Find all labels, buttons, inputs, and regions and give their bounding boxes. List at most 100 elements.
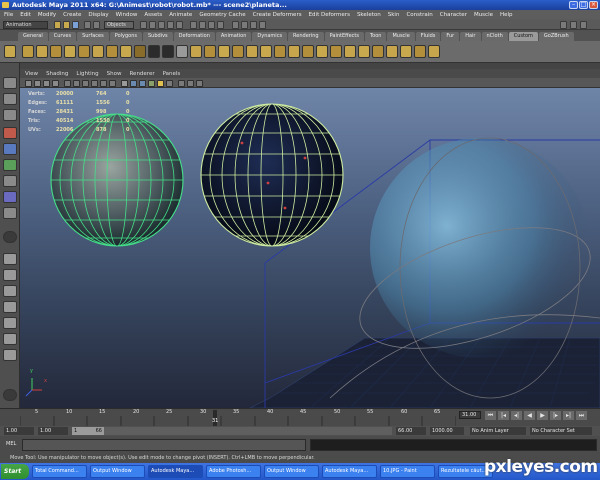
last-tool-icon[interactable]	[3, 231, 17, 243]
menu-geometry-cache[interactable]: Geometry Cache	[199, 12, 245, 18]
shelf-tool-icon[interactable]	[218, 45, 230, 58]
bookmark-icon[interactable]	[43, 79, 50, 87]
move-tool-icon[interactable]	[3, 127, 17, 139]
shelf-tool-icon[interactable]	[64, 45, 76, 58]
menuset-dropdown[interactable]: Animation	[3, 20, 48, 29]
go-start-icon[interactable]: ⏮	[485, 411, 496, 420]
field-chart-icon[interactable]	[100, 79, 107, 87]
camera-attr-icon[interactable]	[34, 79, 41, 87]
range-slider[interactable]: 1 66	[72, 427, 392, 435]
taskbar-item[interactable]: 10.JPG - Paint	[380, 465, 435, 478]
taskbar-item[interactable]: Autodesk Maya...	[322, 465, 377, 478]
lasso-tool-icon[interactable]	[3, 93, 17, 105]
menu-create[interactable]: Create	[63, 12, 81, 18]
mask-icon[interactable]	[140, 20, 147, 29]
shelf-tool-icon[interactable]	[204, 45, 216, 58]
shelf-menu-icon[interactable]	[4, 45, 16, 58]
shelf-tab-fluids[interactable]: Fluids	[415, 32, 441, 41]
shelf-tool-icon[interactable]	[372, 45, 384, 58]
shelf-tool-icon[interactable]	[316, 45, 328, 58]
shelf-tool-icon[interactable]	[176, 45, 188, 58]
shelf-tool-icon[interactable]	[106, 45, 118, 58]
layout-render-icon[interactable]	[3, 349, 17, 361]
select-object-icon[interactable]	[93, 20, 100, 29]
menu-display[interactable]: Display	[88, 12, 108, 18]
shelf-tool-icon[interactable]	[36, 45, 48, 58]
shelf-tab-dynamics[interactable]: Dynamics	[252, 32, 288, 41]
channel-box-icon[interactable]	[580, 20, 587, 29]
shelf-tab-custom[interactable]: Custom	[508, 32, 538, 41]
select-hierarchy-icon[interactable]	[84, 20, 91, 29]
shelf-tab-curves[interactable]: Curves	[48, 32, 77, 41]
menu-muscle[interactable]: Muscle	[474, 12, 493, 18]
panel-menu-lighting[interactable]: Lighting	[76, 71, 98, 77]
step-back-key-icon[interactable]: |◂	[498, 411, 509, 420]
layout-graph-icon[interactable]	[3, 317, 17, 329]
menu-assets[interactable]: Assets	[144, 12, 162, 18]
end-time-field[interactable]: 1000.00	[430, 427, 464, 435]
menu-modify[interactable]: Modify	[38, 12, 56, 18]
shelf-tab-ncloth[interactable]: nCloth	[481, 32, 508, 41]
snap-plane-icon[interactable]	[217, 20, 224, 29]
perspective-viewport[interactable]: Verts: 20000 764 0 Edges: 61111 1556 0 F…	[20, 88, 600, 408]
taskbar-item[interactable]: Total Command...	[32, 465, 87, 478]
layout-outliner-icon[interactable]	[3, 301, 17, 313]
open-scene-icon[interactable]	[63, 20, 70, 29]
menu-character[interactable]: Character	[440, 12, 467, 18]
menu-skeleton[interactable]: Skeleton	[357, 12, 381, 18]
step-back-icon[interactable]: ◂|	[511, 411, 522, 420]
menu-window[interactable]: Window	[116, 12, 138, 18]
shadows-icon[interactable]	[166, 79, 173, 87]
image-plane-icon[interactable]	[52, 79, 59, 87]
shelf-tool-icon[interactable]	[22, 45, 34, 58]
xray-icon[interactable]	[178, 79, 185, 87]
new-scene-icon[interactable]	[54, 20, 61, 29]
shelf-tab-fur[interactable]: Fur	[441, 32, 460, 41]
minimize-icon[interactable]: –	[569, 1, 578, 9]
history-back-icon[interactable]	[3, 389, 17, 401]
step-forward-key-icon[interactable]: ▸|	[563, 411, 574, 420]
select-tool-icon[interactable]	[3, 77, 17, 89]
mask-icon[interactable]	[167, 20, 174, 29]
use-all-lights-icon[interactable]	[157, 79, 164, 87]
go-end-icon[interactable]: ⏭	[576, 411, 587, 420]
wireframe-icon[interactable]	[121, 79, 128, 87]
isolate-select-icon[interactable]	[196, 79, 203, 87]
menu-skin[interactable]: Skin	[388, 12, 400, 18]
save-scene-icon[interactable]	[72, 20, 79, 29]
current-frame-field[interactable]: 31.00	[459, 411, 481, 419]
shelf-tab-subdivs[interactable]: Subdivs	[143, 32, 173, 41]
anim-layer-dropdown[interactable]: No Anim Layer	[470, 427, 526, 435]
shelf-tool-icon[interactable]	[414, 45, 426, 58]
render-icon[interactable]	[241, 20, 248, 29]
mask-icon[interactable]	[158, 20, 165, 29]
layout-single-icon[interactable]	[3, 253, 17, 265]
panel-menu-view[interactable]: View	[25, 71, 38, 77]
shelf-tab-hair[interactable]: Hair	[460, 32, 481, 41]
step-forward-icon[interactable]: |▸	[550, 411, 561, 420]
maya-app-icon[interactable]	[2, 2, 9, 8]
shelf-tool-icon[interactable]	[344, 45, 356, 58]
paint-select-icon[interactable]	[3, 109, 17, 121]
shelf-tool-icon[interactable]	[330, 45, 342, 58]
play-back-icon[interactable]: ◀	[524, 411, 535, 420]
menu-constrain[interactable]: Constrain	[406, 12, 432, 18]
snap-curve-icon[interactable]	[199, 20, 206, 29]
playback-end-field[interactable]: 66.00	[396, 427, 426, 435]
render-settings-icon[interactable]	[259, 20, 266, 29]
snap-point-icon[interactable]	[208, 20, 215, 29]
shelf-tool-icon[interactable]	[260, 45, 272, 58]
show-manip-icon[interactable]	[3, 207, 17, 219]
shelf-tool-icon[interactable]	[50, 45, 62, 58]
shelf-tool-icon[interactable]	[274, 45, 286, 58]
panel-menu-panels[interactable]: Panels	[163, 71, 181, 77]
tool-settings-icon[interactable]	[570, 20, 577, 29]
attribute-editor-icon[interactable]	[560, 20, 567, 29]
shelf-tab-rendering[interactable]: Rendering	[288, 32, 324, 41]
mask-icon[interactable]	[176, 20, 183, 29]
shelf-tool-icon[interactable]	[386, 45, 398, 58]
shelf-tool-icon[interactable]	[232, 45, 244, 58]
shelf-tab-muscle[interactable]: Muscle	[387, 32, 415, 41]
shelf-tool-icon[interactable]	[288, 45, 300, 58]
shelf-tool-icon[interactable]	[302, 45, 314, 58]
